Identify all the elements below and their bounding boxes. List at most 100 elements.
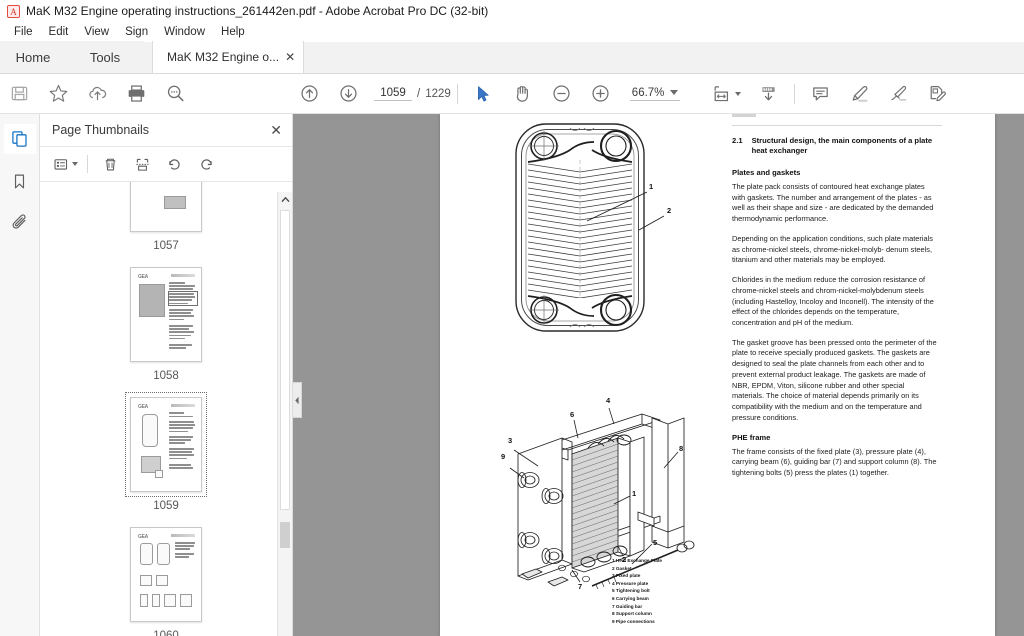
current-page-input[interactable]: [374, 86, 412, 101]
page-running-header: [732, 114, 942, 123]
collapse-panel-button[interactable]: [293, 382, 302, 418]
panel-divider: [87, 155, 88, 173]
panel-title: Page Thumbnails: [52, 123, 150, 137]
thumbnail-page-number: 1060: [153, 630, 179, 636]
thumb-figure: [140, 594, 148, 607]
extract-pages-icon[interactable]: [127, 150, 157, 178]
thumb-figure: [164, 594, 176, 607]
highlight-icon[interactable]: [840, 75, 879, 113]
print-icon[interactable]: [117, 75, 156, 113]
close-icon[interactable]: ✕: [285, 51, 295, 63]
tab-tools[interactable]: Tools: [66, 41, 144, 73]
cloud-upload-icon[interactable]: [78, 75, 117, 113]
thumb-figure: [140, 575, 152, 586]
zoom-in-icon[interactable]: [581, 75, 620, 113]
fit-page-chevron-icon[interactable]: [735, 91, 742, 96]
thumbnail-frame[interactable]: GEA: [125, 262, 207, 367]
thumb-figure: [164, 196, 186, 209]
thumb-photo: [139, 284, 165, 317]
page-thumbnails-icon[interactable]: [3, 124, 36, 154]
comment-icon[interactable]: [801, 75, 840, 113]
callout-label-2: 2: [667, 206, 672, 215]
menu-window[interactable]: Window: [156, 25, 213, 39]
thumb-figure: [140, 543, 153, 565]
rotate-counterclockwise-icon[interactable]: [159, 150, 189, 178]
scroll-up-icon[interactable]: [278, 192, 292, 207]
bookmarks-icon[interactable]: [4, 166, 36, 196]
menu-bar: File Edit View Sign Window Help: [0, 22, 1024, 42]
edit-pdf-icon[interactable]: [918, 75, 957, 113]
star-icon[interactable]: [39, 75, 78, 113]
plate-heat-exchanger-plate-diagram: 1 2: [508, 120, 683, 335]
menu-sign[interactable]: Sign: [117, 25, 156, 39]
section-number: 2.1: [732, 136, 743, 145]
thumb-figure: [157, 543, 170, 565]
thumb-logo: GEA: [138, 534, 148, 540]
document-viewport[interactable]: 1 2 3 9 6 4 8 1 2 7 5 1 Heat Exchange Pl…: [293, 114, 1024, 636]
main-toolbar: / 1229 66.7%: [0, 74, 1024, 114]
legend-item: 3 Fixed plate: [612, 573, 641, 579]
menu-view[interactable]: View: [76, 25, 117, 39]
page-separator: /: [417, 87, 421, 100]
zoom-level-selector[interactable]: 66.7%: [629, 86, 681, 101]
close-icon[interactable]: ✕: [270, 123, 282, 137]
thumbnail-page-number: 1058: [153, 370, 179, 382]
legend-item: 5 Tightening bolt: [612, 588, 650, 594]
menu-file[interactable]: File: [6, 25, 41, 39]
callout-label-6: 6: [570, 410, 575, 419]
menu-edit[interactable]: Edit: [41, 25, 77, 39]
paragraph: The plate pack consists of contoured hea…: [732, 181, 934, 224]
thumb-text-block: [169, 293, 196, 306]
list-item[interactable]: GEA: [40, 522, 292, 636]
scrollbar-thumb-secondary[interactable]: [280, 522, 290, 548]
thumb-figure: [180, 594, 192, 607]
rotate-clockwise-icon[interactable]: [191, 150, 221, 178]
zoom-out-icon[interactable]: [542, 75, 581, 113]
scroll-mode-icon[interactable]: [749, 75, 788, 113]
thumbnail-frame[interactable]: GEA: [125, 522, 207, 627]
callout-label-7: 7: [578, 582, 583, 591]
thumbnail-page: GEA: [130, 527, 202, 622]
zoom-level-value: 66.7%: [631, 86, 665, 99]
section-heading: 2.1 Structural design, the main componen…: [732, 136, 937, 157]
chevron-down-icon: [670, 90, 679, 95]
workspace: Page Thumbnails ✕ 1057 GEA 1058 GEA 1059…: [0, 114, 1024, 636]
tab-document[interactable]: MaK M32 Engine o... ✕: [152, 41, 305, 73]
scrollbar-thumb[interactable]: [280, 210, 290, 510]
subheading-plates-and-gaskets: Plates and gaskets: [732, 167, 801, 177]
legend-item: 8 Support column: [612, 611, 652, 617]
thumbnail-page: GEA: [130, 397, 202, 492]
thumb-logo: GEA: [138, 274, 148, 280]
list-item[interactable]: GEA: [40, 262, 292, 382]
save-icon[interactable]: [0, 75, 39, 113]
legend-item: 4 Pressure plate: [612, 580, 649, 586]
legend-item: 2 Gasket: [612, 565, 632, 571]
search-icon[interactable]: [156, 75, 195, 113]
menu-help[interactable]: Help: [213, 25, 253, 39]
list-item[interactable]: 1057: [40, 182, 292, 252]
thumbnail-frame-selected[interactable]: GEA: [125, 392, 207, 497]
next-page-icon[interactable]: [329, 75, 368, 113]
thumbnail-list[interactable]: 1057 GEA 1058 GEA 1059 GEA 1060: [40, 182, 292, 636]
chevron-down-icon: [71, 162, 78, 166]
select-tool-icon[interactable]: [464, 75, 503, 113]
thumb-text-block: [169, 464, 196, 470]
panel-scrollbar[interactable]: [277, 192, 292, 636]
thumbnail-frame[interactable]: [125, 182, 207, 237]
signature-icon[interactable]: [879, 75, 918, 113]
thumb-text-block: [169, 436, 196, 446]
previous-page-icon[interactable]: [290, 75, 329, 113]
tab-home[interactable]: Home: [0, 41, 66, 73]
figure-legend: 1 Heat Exchange Plate 2 Gasket 3 Fixed p…: [612, 557, 662, 625]
thumb-legend-block: [155, 470, 163, 478]
plate-heat-exchanger-frame-assembly-diagram: 3 9 6 4 8 1 2 7 5: [492, 392, 722, 592]
thumb-header-mark: [171, 274, 195, 277]
list-item[interactable]: GEA: [40, 392, 292, 512]
legend-item: 9 Pipe connections: [612, 618, 655, 624]
attachments-icon[interactable]: [4, 208, 36, 238]
thumbnail-page-number: 1057: [153, 240, 179, 252]
delete-pages-icon[interactable]: [95, 150, 125, 178]
hand-tool-icon[interactable]: [503, 75, 542, 113]
title-bar: A MaK M32 Engine operating instructions_…: [0, 0, 1024, 22]
thumbnail-options-icon[interactable]: [50, 150, 80, 178]
